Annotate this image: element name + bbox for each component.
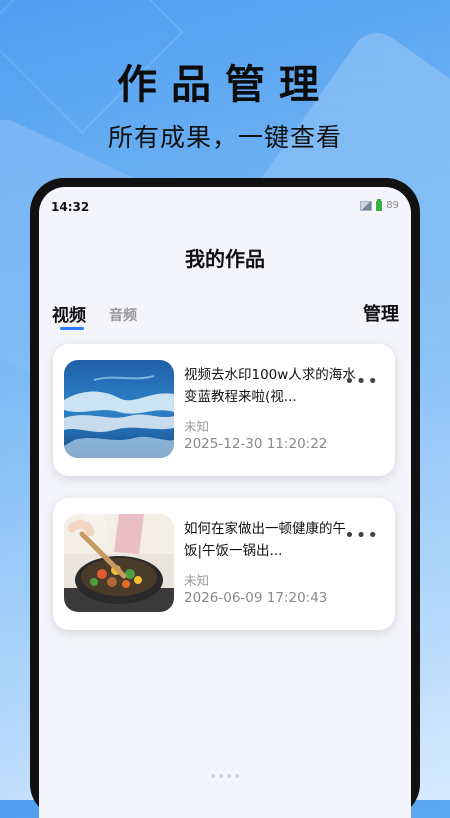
status-bar: 14:32 89 xyxy=(39,187,411,221)
work-meta: 未知 xyxy=(184,573,210,588)
work-card[interactable]: 如何在家做出一顿健康的午饭|午饭一锅出... ••• 未知 2026-06-09… xyxy=(53,498,395,630)
work-card[interactable]: 视频去水印100w人求的海水变蓝教程来啦(视... ••• 未知 2025-12… xyxy=(53,344,395,476)
more-options-icon[interactable]: ••• xyxy=(344,527,379,545)
hero-title: 作品管理 xyxy=(117,61,333,108)
page-dot xyxy=(219,774,223,778)
status-time: 14:32 xyxy=(51,200,90,214)
work-timestamp: 2025-12-30 11:20:22 xyxy=(184,436,328,452)
work-meta: 未知 xyxy=(184,419,210,434)
active-tab-indicator xyxy=(60,327,84,330)
more-options-icon[interactable]: ••• xyxy=(344,373,379,391)
phone-screen: 14:32 89 我的作品 视频 音频 管理 视频去水印100w人求的海水变蓝教… xyxy=(39,187,411,818)
cooking-thumbnail xyxy=(64,514,174,612)
page-indicator xyxy=(39,763,411,782)
hero-subtitle: 所有成果，一键查看 xyxy=(107,123,342,152)
page-dot xyxy=(227,774,231,778)
phone-frame: 14:32 89 我的作品 视频 音频 管理 视频去水印100w人求的海水变蓝教… xyxy=(30,178,420,818)
battery-level: 89 xyxy=(386,200,399,211)
ocean-wave-image xyxy=(64,360,174,458)
battery-icon xyxy=(376,198,383,211)
work-title: 视频去水印100w人求的海水变蓝教程来啦(视... xyxy=(184,367,356,405)
cooking-pan-image xyxy=(64,514,174,612)
work-timestamp: 2026-06-09 17:20:43 xyxy=(184,590,328,606)
manage-button[interactable]: 管理 xyxy=(363,300,399,326)
signal-icon xyxy=(360,200,373,211)
tab-video[interactable]: 视频 xyxy=(52,301,86,326)
tab-audio[interactable]: 音频 xyxy=(109,305,137,325)
page-title: 我的作品 xyxy=(185,247,265,271)
status-indicators: 89 xyxy=(360,198,399,211)
ocean-wave-thumbnail xyxy=(64,360,174,458)
page-dot xyxy=(235,774,239,778)
work-title: 如何在家做出一顿健康的午饭|午饭一锅出... xyxy=(184,521,346,559)
page-dot xyxy=(211,774,215,778)
